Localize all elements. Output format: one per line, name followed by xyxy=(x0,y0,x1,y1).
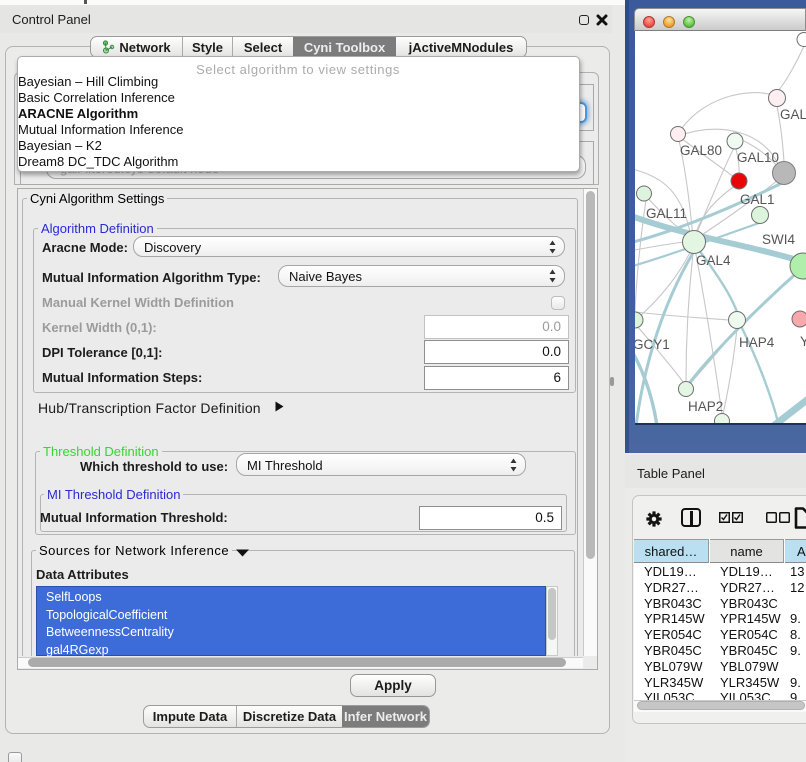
svg-text:GCY1: GCY1 xyxy=(635,337,670,352)
svg-text:HAP4: HAP4 xyxy=(739,335,775,350)
svg-text:GAL80: GAL80 xyxy=(680,143,722,158)
svg-text:GAL4: GAL4 xyxy=(696,253,731,268)
svg-text:SWI4: SWI4 xyxy=(762,232,795,247)
svg-text:GAL11: GAL11 xyxy=(646,206,687,221)
svg-text:Y: Y xyxy=(800,334,806,349)
svg-text:GAL1: GAL1 xyxy=(740,192,775,207)
svg-text:GAL: GAL xyxy=(780,107,806,122)
svg-text:GAL10: GAL10 xyxy=(737,150,779,165)
svg-text:HAP2: HAP2 xyxy=(688,399,723,414)
